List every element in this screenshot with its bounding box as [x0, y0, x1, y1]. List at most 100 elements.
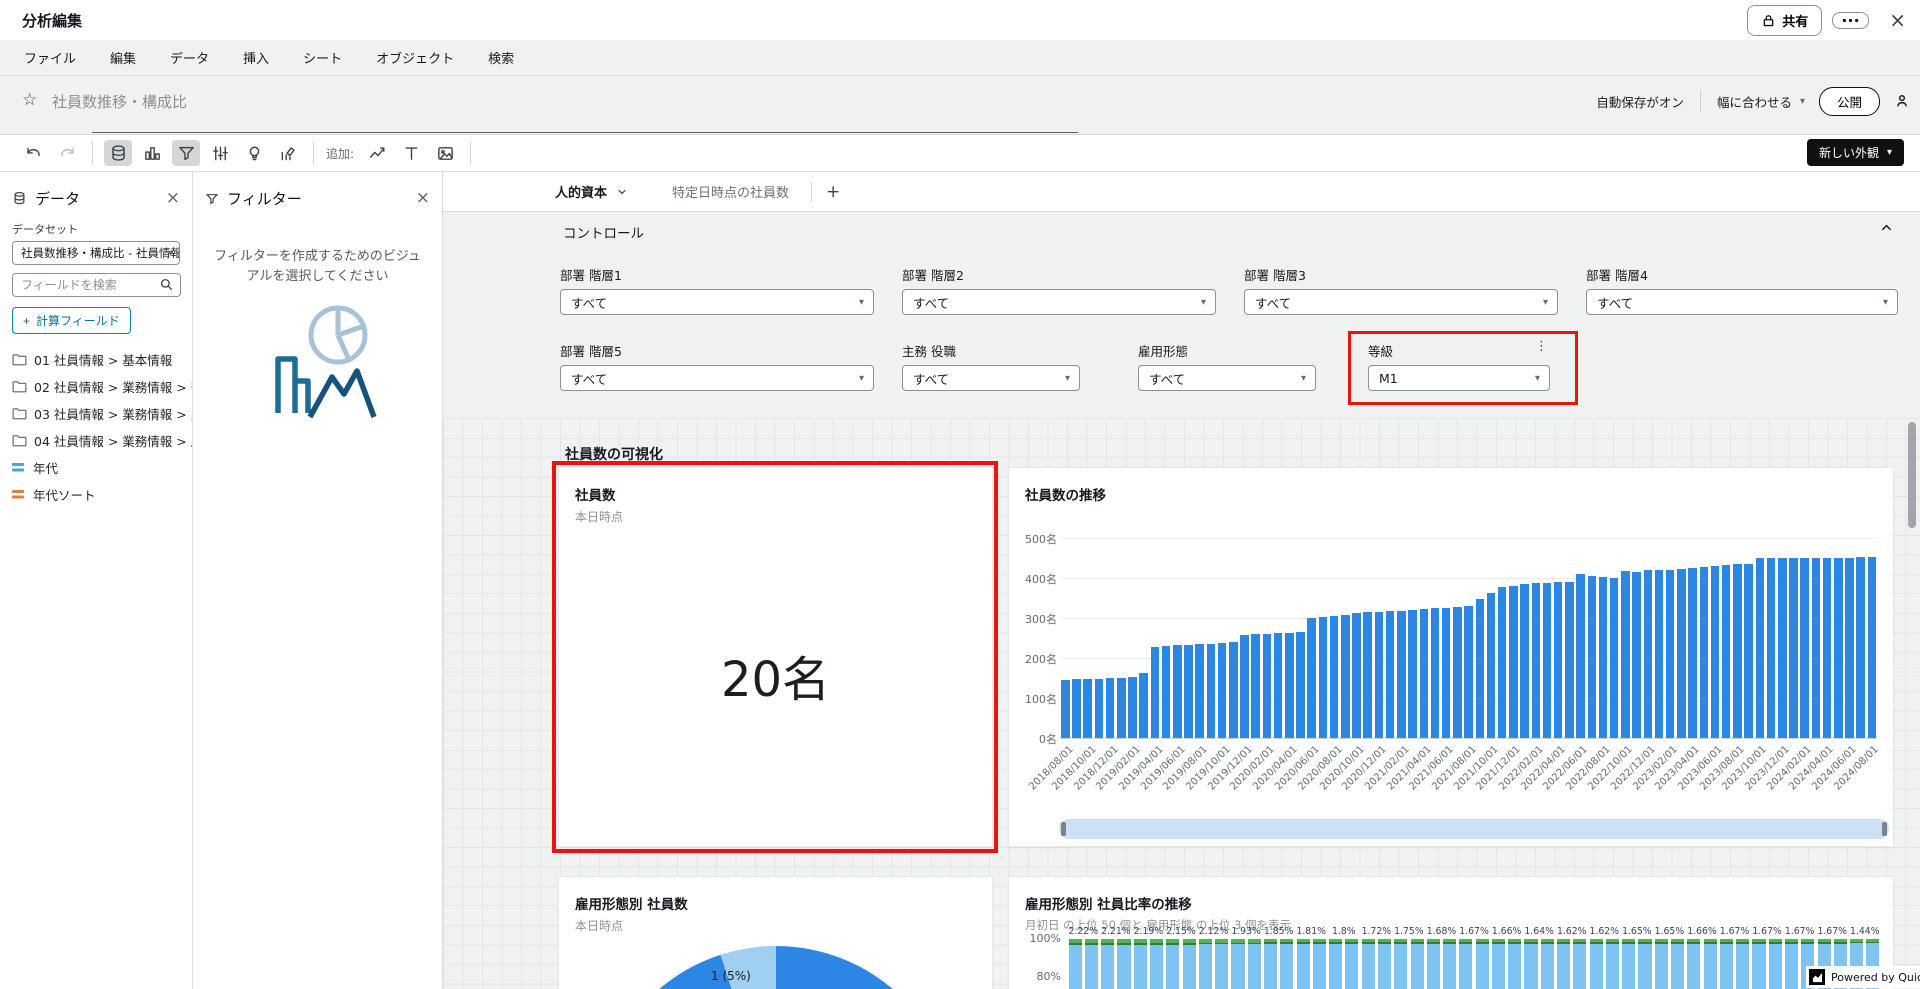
segment-blue [1264, 944, 1277, 989]
add-text-button[interactable] [397, 140, 425, 166]
stacked-bar [1362, 939, 1375, 989]
y-axis-tick: 400名 [1015, 571, 1057, 587]
add-calculated-field-button[interactable]: + 計算フィールド [12, 307, 131, 334]
tab-headcount-at-date[interactable]: 特定日時点の社員数 [672, 182, 789, 201]
new-look-toggle[interactable]: 新しい外観 ▾ [1807, 139, 1904, 166]
segment-blue [1297, 944, 1310, 989]
calculated-field-item[interactable]: 年代ソート [0, 481, 192, 508]
control-dropdown[interactable]: すべて▾ [1138, 365, 1316, 391]
filter-empty-message: フィルターを作成するためのビジュアルを選択してください [209, 247, 427, 287]
segment-blue [1704, 944, 1717, 989]
user-icon[interactable] [1894, 93, 1910, 109]
close-icon[interactable]: × [166, 190, 180, 207]
menu-item[interactable]: 検索 [488, 48, 514, 67]
bar-chart-headcount-trend[interactable]: 社員数の推移 500名400名300名200名100名0名 2018/08/01… [1008, 467, 1894, 847]
analysis-name-input[interactable]: 社員数推移・構成比 [52, 91, 187, 112]
name-underline [92, 132, 1078, 133]
more-menu-button[interactable] [1832, 12, 1869, 29]
bar [1420, 609, 1429, 738]
control-dropdown[interactable]: すべて▾ [902, 289, 1216, 315]
menu-item[interactable]: 編集 [110, 48, 136, 67]
undo-button[interactable] [19, 140, 47, 166]
quicksight-analysis-editor: 分析編集 共有 × ファイル編集データ挿入シートオブジェクト検索 ☆ 社員数推移… [0, 0, 1920, 989]
share-button[interactable]: 共有 [1747, 5, 1822, 36]
menu-item[interactable]: オブジェクト [376, 48, 454, 67]
bar [1655, 570, 1664, 738]
bar [1207, 644, 1216, 738]
stacked-bar [1720, 939, 1733, 989]
control-dropdown[interactable]: すべて▾ [902, 365, 1080, 391]
kpi-value: 20名 [559, 640, 992, 710]
control-dropdown[interactable]: すべて▾ [1244, 289, 1558, 315]
segment-blue [1215, 944, 1228, 989]
close-icon[interactable]: × [1889, 10, 1906, 30]
favorite-star-icon[interactable]: ☆ [22, 90, 37, 110]
control-value: すべて [571, 293, 607, 312]
field-search-input[interactable] [12, 273, 181, 297]
segment-blue [1345, 944, 1358, 989]
visuals-tool-button[interactable] [138, 140, 166, 166]
bar [1397, 611, 1406, 738]
bar [1274, 633, 1283, 738]
field-folder[interactable]: 03 社員情報 > 業務情報 > 入社・... [0, 400, 192, 427]
field-folder[interactable]: 02 社員情報 > 業務情報 > 部署・... [0, 373, 192, 400]
kpi-visual-headcount[interactable]: 社員数 本日時点 20名 [558, 467, 993, 847]
control-value: すべて [1149, 369, 1185, 388]
parameters-tool-button[interactable] [206, 140, 234, 166]
segment-label: 1.62% [1588, 926, 1621, 937]
field-folder[interactable]: 01 社員情報 > 基本情報 [0, 346, 192, 373]
divider [313, 141, 314, 165]
insights-tool-button[interactable] [240, 140, 268, 166]
stacked-bar [1231, 939, 1244, 989]
pie-chart-headcount-by-employment-type[interactable]: 雇用形態別 社員数 本日時点 1 (5%) [558, 876, 993, 989]
add-visual-button[interactable] [363, 140, 391, 166]
segment-label: 1.8% [1328, 926, 1361, 937]
slider-handle-left[interactable] [1061, 822, 1066, 836]
bar [1117, 678, 1126, 738]
slider-handle-right[interactable] [1882, 822, 1887, 836]
data-tool-button[interactable] [104, 140, 132, 166]
fit-width-dropdown[interactable]: 幅に合わせる ▾ [1717, 92, 1805, 111]
segment-blue [1069, 945, 1082, 989]
bar [1184, 645, 1193, 738]
divider [811, 182, 812, 202]
calculated-field-item[interactable]: 年代 [0, 454, 192, 481]
redo-button[interactable] [53, 140, 81, 166]
dataset-selector[interactable]: 社員数推移・構成比 - 社員情報 ▾ [12, 241, 180, 265]
menu-item[interactable]: 挿入 [243, 48, 269, 67]
add-image-button[interactable] [431, 140, 459, 166]
segment-blue [1134, 945, 1147, 989]
field-search [12, 273, 180, 297]
date-range-slider[interactable] [1059, 819, 1889, 839]
field-folder[interactable]: 04 社員情報 > 業務情報 > 雇用条件 [0, 427, 192, 454]
powered-by-quicksight-badge: Powered by QuickSight [1806, 966, 1920, 988]
stacked-bar [1459, 939, 1472, 989]
tab-human-capital[interactable]: 人的資本 [555, 182, 628, 201]
segment-blue [1411, 944, 1424, 989]
calculated-field-icon [12, 489, 26, 500]
menu-item[interactable]: ファイル [24, 48, 76, 67]
control-dropdown[interactable]: すべて▾ [560, 365, 874, 391]
stacked-bar [1199, 939, 1212, 989]
segment-blue [1362, 944, 1375, 989]
bar [1834, 558, 1843, 738]
collapse-chevron-icon[interactable] [1879, 220, 1894, 235]
kebab-menu-icon[interactable]: ⋮ [1535, 339, 1548, 354]
close-icon[interactable]: × [416, 190, 430, 207]
menu-item[interactable]: シート [303, 48, 342, 67]
publish-button[interactable]: 公開 [1819, 87, 1880, 116]
vertical-scrollbar-thumb[interactable] [1908, 422, 1916, 528]
menu-item[interactable]: データ [170, 48, 209, 67]
control-dropdown[interactable]: すべて▾ [1586, 289, 1898, 315]
edit-visual-tool-button[interactable] [274, 140, 302, 166]
add-sheet-button[interactable]: + [826, 182, 840, 202]
folder-icon [12, 407, 27, 420]
control-dropdown[interactable]: すべて▾ [560, 289, 874, 315]
filter-tool-button[interactable] [172, 140, 200, 166]
stacked-bar-employment-ratio-trend[interactable]: 雇用形態別 社員比率の推移 月初日 の上位 50 個と 雇用形態 の上位 3 個… [1008, 876, 1894, 989]
bar [1756, 558, 1765, 738]
segment-blue [1606, 944, 1619, 989]
control-部署 階層5: 部署 階層5すべて▾ [560, 341, 874, 391]
control-dropdown[interactable]: M1▾ [1368, 365, 1550, 391]
stacked-bar [1606, 939, 1619, 989]
